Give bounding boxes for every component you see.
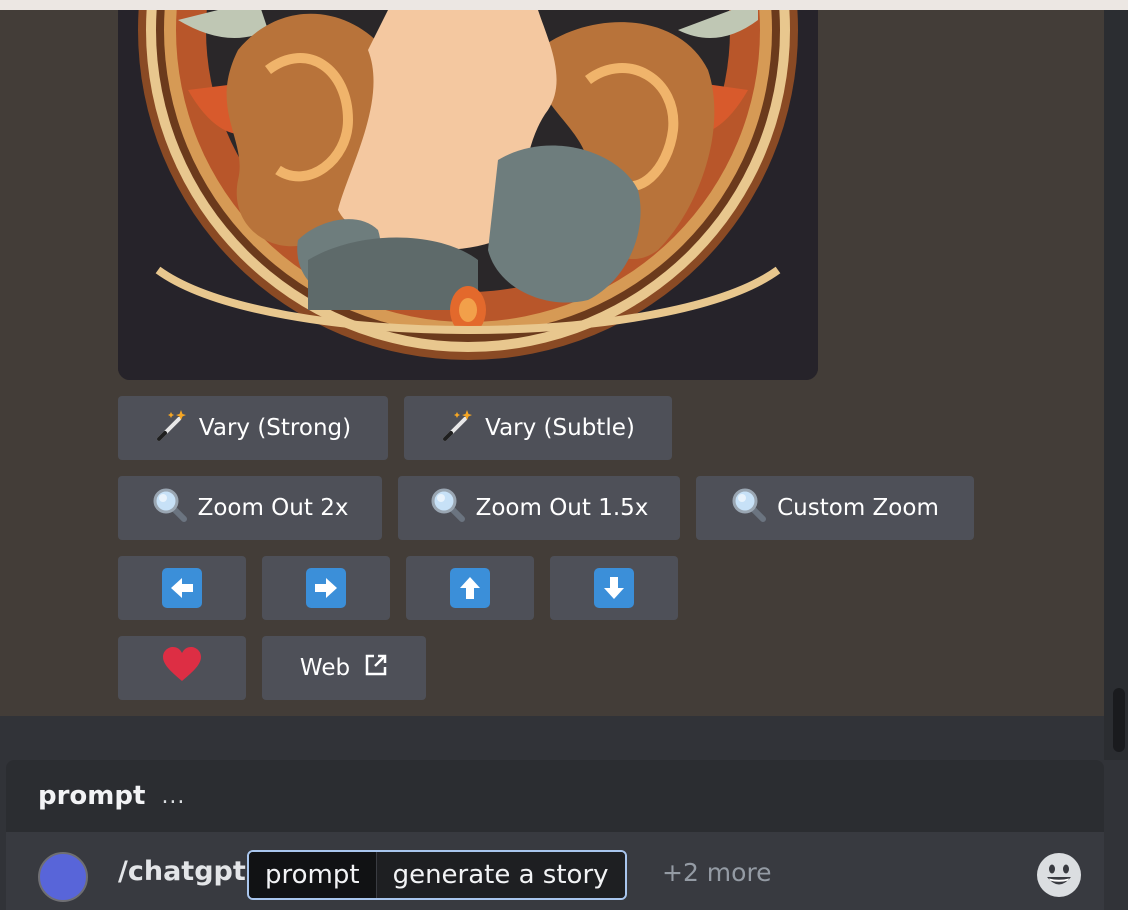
emoji-picker-button[interactable] [1036, 852, 1082, 898]
option-ellipsis: ... [161, 783, 186, 809]
generated-image[interactable] [118, 10, 818, 380]
zoom-out-2x-label: Zoom Out 2x [197, 495, 349, 521]
custom-zoom-label: Custom Zoom [777, 495, 939, 521]
favorite-button[interactable] [118, 636, 246, 700]
custom-zoom-button[interactable]: Custom Zoom [696, 476, 974, 540]
web-label: Web [299, 655, 351, 681]
vary-subtle-button[interactable]: Vary (Subtle) [404, 396, 672, 460]
slash-command-name: /chatgpt [118, 856, 246, 887]
option-title: prompt [38, 781, 146, 811]
arrow-left-icon [162, 568, 202, 608]
external-link-icon [364, 653, 388, 683]
zoom-out-1-5x-button[interactable]: Zoom Out 1.5x [398, 476, 680, 540]
pan-right-button[interactable] [262, 556, 390, 620]
magnifier-icon [430, 487, 466, 529]
pan-up-button[interactable] [406, 556, 534, 620]
discord-window: Vary (Strong) Vary (Subtle) Zoom Out 2x [0, 0, 1128, 910]
command-input-box[interactable]: prompt ... /chatgpt prompt generate a st… [6, 760, 1104, 910]
option-value-input[interactable]: generate a story [375, 852, 625, 898]
scrollbar-thumb[interactable] [1113, 688, 1125, 752]
window-top-strip [0, 0, 1128, 10]
zoom-out-2x-button[interactable]: Zoom Out 2x [118, 476, 382, 540]
arrow-down-icon [594, 568, 634, 608]
zoom-out-1-5x-label: Zoom Out 1.5x [475, 495, 649, 521]
arrow-up-icon [450, 568, 490, 608]
magnifier-icon [152, 487, 188, 529]
user-avatar[interactable] [38, 852, 88, 902]
scrollbar-track[interactable] [1104, 10, 1128, 760]
smiley-icon [1037, 853, 1081, 897]
vary-strong-label: Vary (Strong) [198, 415, 352, 441]
pan-down-button[interactable] [550, 556, 678, 620]
pan-left-button[interactable] [118, 556, 246, 620]
magic-wand-icon [155, 408, 189, 448]
heart-icon [162, 647, 202, 689]
option-key: prompt [249, 852, 376, 898]
web-link-button[interactable]: Web [262, 636, 426, 700]
magic-wand-icon [441, 408, 475, 448]
vary-strong-button[interactable]: Vary (Strong) [118, 396, 388, 460]
arrow-right-icon [306, 568, 346, 608]
more-options-link[interactable]: +2 more [662, 858, 772, 887]
vary-subtle-label: Vary (Subtle) [485, 415, 635, 441]
command-option-header: prompt ... [6, 760, 1104, 832]
prompt-option-chip[interactable]: prompt generate a story [247, 850, 627, 900]
magnifier-icon [731, 487, 767, 529]
